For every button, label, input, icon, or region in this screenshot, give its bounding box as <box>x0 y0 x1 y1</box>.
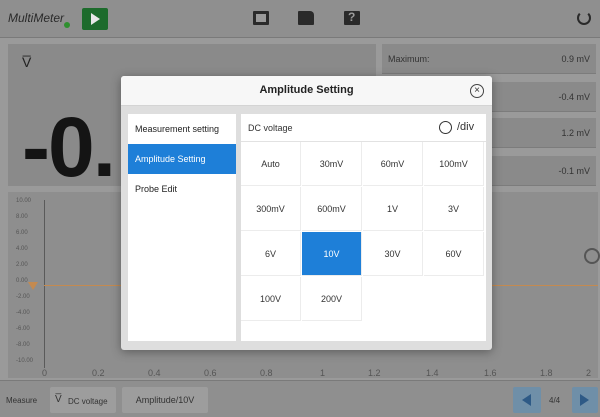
amplitude-option[interactable]: 600mV <box>302 187 362 231</box>
dialog-title: Amplitude Setting <box>259 84 354 96</box>
y-tick-label: 6.00 <box>16 230 28 236</box>
amplitude-option[interactable]: 200V <box>302 277 362 321</box>
cursor-handle-icon[interactable] <box>584 248 600 264</box>
amplitude-option[interactable]: 1V <box>363 187 423 231</box>
amplitude-option[interactable]: 30V <box>363 232 423 276</box>
main-reading: -0. <box>22 100 116 194</box>
y-tick-label: 4.00 <box>16 246 28 252</box>
close-icon[interactable]: × <box>470 84 484 98</box>
x-tick-label: 0.6 <box>204 368 217 378</box>
x-tick-label: 0 <box>42 368 48 378</box>
y-tick-label: -2.00 <box>16 294 30 300</box>
amplitude-option[interactable]: 100V <box>241 277 301 321</box>
y-tick-label: -4.00 <box>16 310 30 316</box>
y-tick-label: -8.00 <box>16 342 30 348</box>
amplitude-option[interactable]: 30mV <box>302 142 362 186</box>
stat-value: 1.2 mV <box>561 128 590 138</box>
y-tick-label: 0.00 <box>16 278 28 284</box>
amplitude-options-panel: DC voltage /div Auto 30mV 60mV 100mV 300… <box>241 114 486 341</box>
x-tick-label: 1.6 <box>484 368 497 378</box>
x-tick-label: 1.8 <box>540 368 553 378</box>
x-tick-label: 2 <box>586 368 592 378</box>
help-icon[interactable] <box>344 10 360 25</box>
amplitude-option[interactable]: 300mV <box>241 187 301 231</box>
menu-item-probe-edit[interactable]: Probe Edit <box>128 174 236 204</box>
amplitude-option[interactable]: 3V <box>424 187 484 231</box>
app-title: MultiMeter <box>8 11 65 25</box>
measure-label: Measure <box>6 396 38 405</box>
x-tick-label: 0.2 <box>92 368 105 378</box>
y-tick-label: -6.00 <box>16 326 30 332</box>
play-button[interactable] <box>82 8 108 30</box>
amplitude-option[interactable]: 100mV <box>424 142 484 186</box>
dc-voltage-label: DC voltage <box>68 397 108 406</box>
amplitude-button[interactable]: Amplitude/10V <box>122 387 208 413</box>
amplitude-option[interactable]: 60V <box>424 232 484 276</box>
connection-status-icon <box>64 22 70 28</box>
amplitude-option[interactable]: Auto <box>241 142 301 186</box>
amplitude-option-selected[interactable]: 10V <box>302 232 362 276</box>
previous-page-icon[interactable] <box>513 387 541 413</box>
y-axis <box>44 200 45 368</box>
dialog-header: Amplitude Setting × <box>121 76 492 106</box>
stat-value: -0.1 mV <box>558 166 590 176</box>
amplitude-grid: Auto 30mV 60mV 100mV 300mV 600mV 1V 3V 6… <box>241 142 486 341</box>
stat-row: Maximum: 0.9 mV <box>382 44 596 74</box>
menu-item-amplitude-setting[interactable]: Amplitude Setting <box>128 144 236 174</box>
stat-label: Maximum: <box>388 54 430 64</box>
per-div-label: /div <box>457 121 475 133</box>
y-tick-label: 2.00 <box>16 262 28 268</box>
options-title: DC voltage <box>248 123 293 133</box>
dc-voltage-symbol: V̅ <box>22 54 32 70</box>
x-tick-label: 1.4 <box>426 368 439 378</box>
dc-voltage-icon: V̅ <box>55 394 62 405</box>
y-tick-label: -10.00 <box>16 358 34 364</box>
amplitude-setting-dialog: Amplitude Setting × Measurement setting … <box>121 76 492 350</box>
dc-voltage-button[interactable]: V̅ DC voltage <box>50 387 116 413</box>
options-header: DC voltage /div <box>241 114 486 142</box>
refresh-icon[interactable] <box>577 11 591 25</box>
folder-icon[interactable] <box>298 11 314 25</box>
amplitude-option[interactable]: 6V <box>241 232 301 276</box>
screenshot-icon[interactable] <box>253 11 269 25</box>
bottom-toolbar: Measure V̅ DC voltage Amplitude/10V 4/4 <box>0 380 600 417</box>
x-tick-label: 0.4 <box>148 368 161 378</box>
page-indicator: 4/4 <box>549 396 561 405</box>
amplitude-option[interactable]: 60mV <box>363 142 423 186</box>
x-tick-label: 0.8 <box>260 368 273 378</box>
menu-item-measurement-setting[interactable]: Measurement setting <box>128 114 236 144</box>
next-page-icon[interactable] <box>572 387 598 413</box>
x-tick-label: 1.2 <box>368 368 381 378</box>
y-tick-label: 8.00 <box>16 214 28 220</box>
y-tick-label: 10.00 <box>16 198 32 204</box>
x-tick-label: 1 <box>320 368 326 378</box>
stat-value: -0.4 mV <box>558 92 590 102</box>
settings-menu: Measurement setting Amplitude Setting Pr… <box>128 114 236 341</box>
top-toolbar: MultiMeter <box>0 0 600 38</box>
trace-marker-icon[interactable] <box>28 282 38 290</box>
per-div-radio[interactable] <box>439 121 452 134</box>
stat-value: 0.9 mV <box>561 54 590 64</box>
